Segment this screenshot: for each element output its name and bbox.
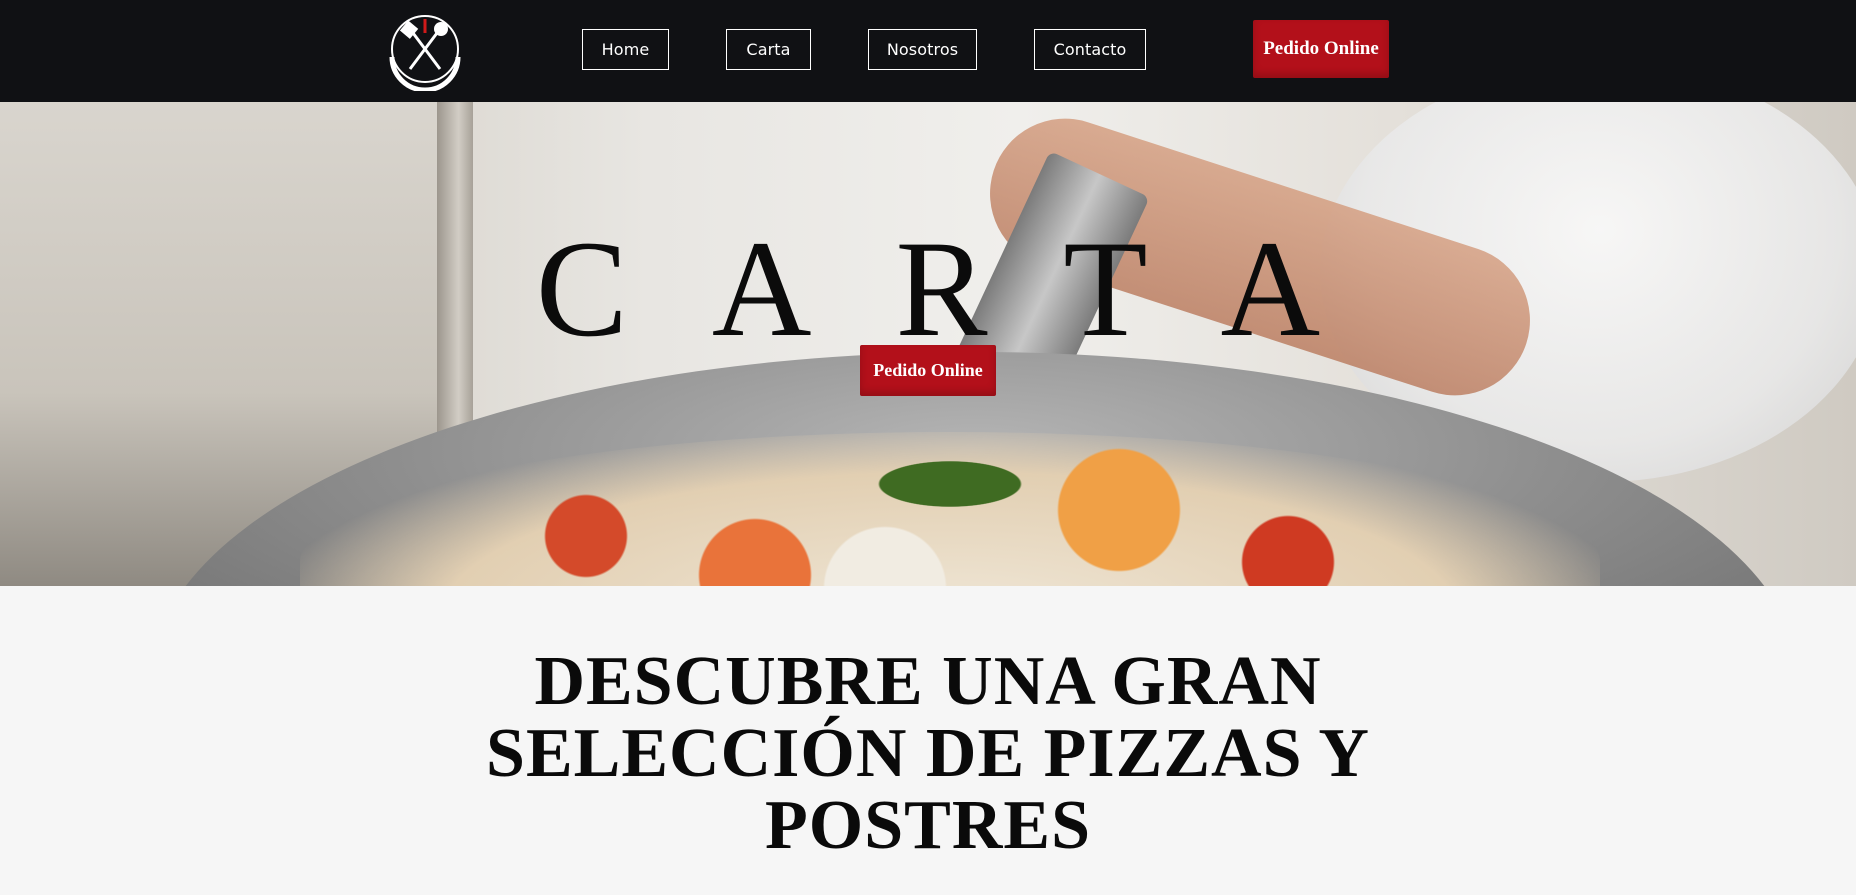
hero-banner: CARTA [0,102,1856,586]
nav-contacto-button[interactable]: Contacto [1034,29,1146,70]
hero-title: CARTA [535,212,1405,365]
nav-nosotros-button[interactable]: Nosotros [868,29,977,70]
site-header: Home Carta Nosotros Contacto Pedido Onli… [0,0,1856,102]
header-order-online-button[interactable]: Pedido Online [1253,20,1389,78]
nav-carta-button[interactable]: Carta [726,29,811,70]
pizza-peel-logo-icon [389,15,461,93]
section-heading: DESCUBRE UNA GRAN SELECCIÓN DE PIZZAS Y … [486,643,1370,864]
brand-logo[interactable] [386,5,464,93]
nav-home-button[interactable]: Home [582,29,669,70]
hero-order-online-button[interactable]: Pedido Online [860,345,996,396]
